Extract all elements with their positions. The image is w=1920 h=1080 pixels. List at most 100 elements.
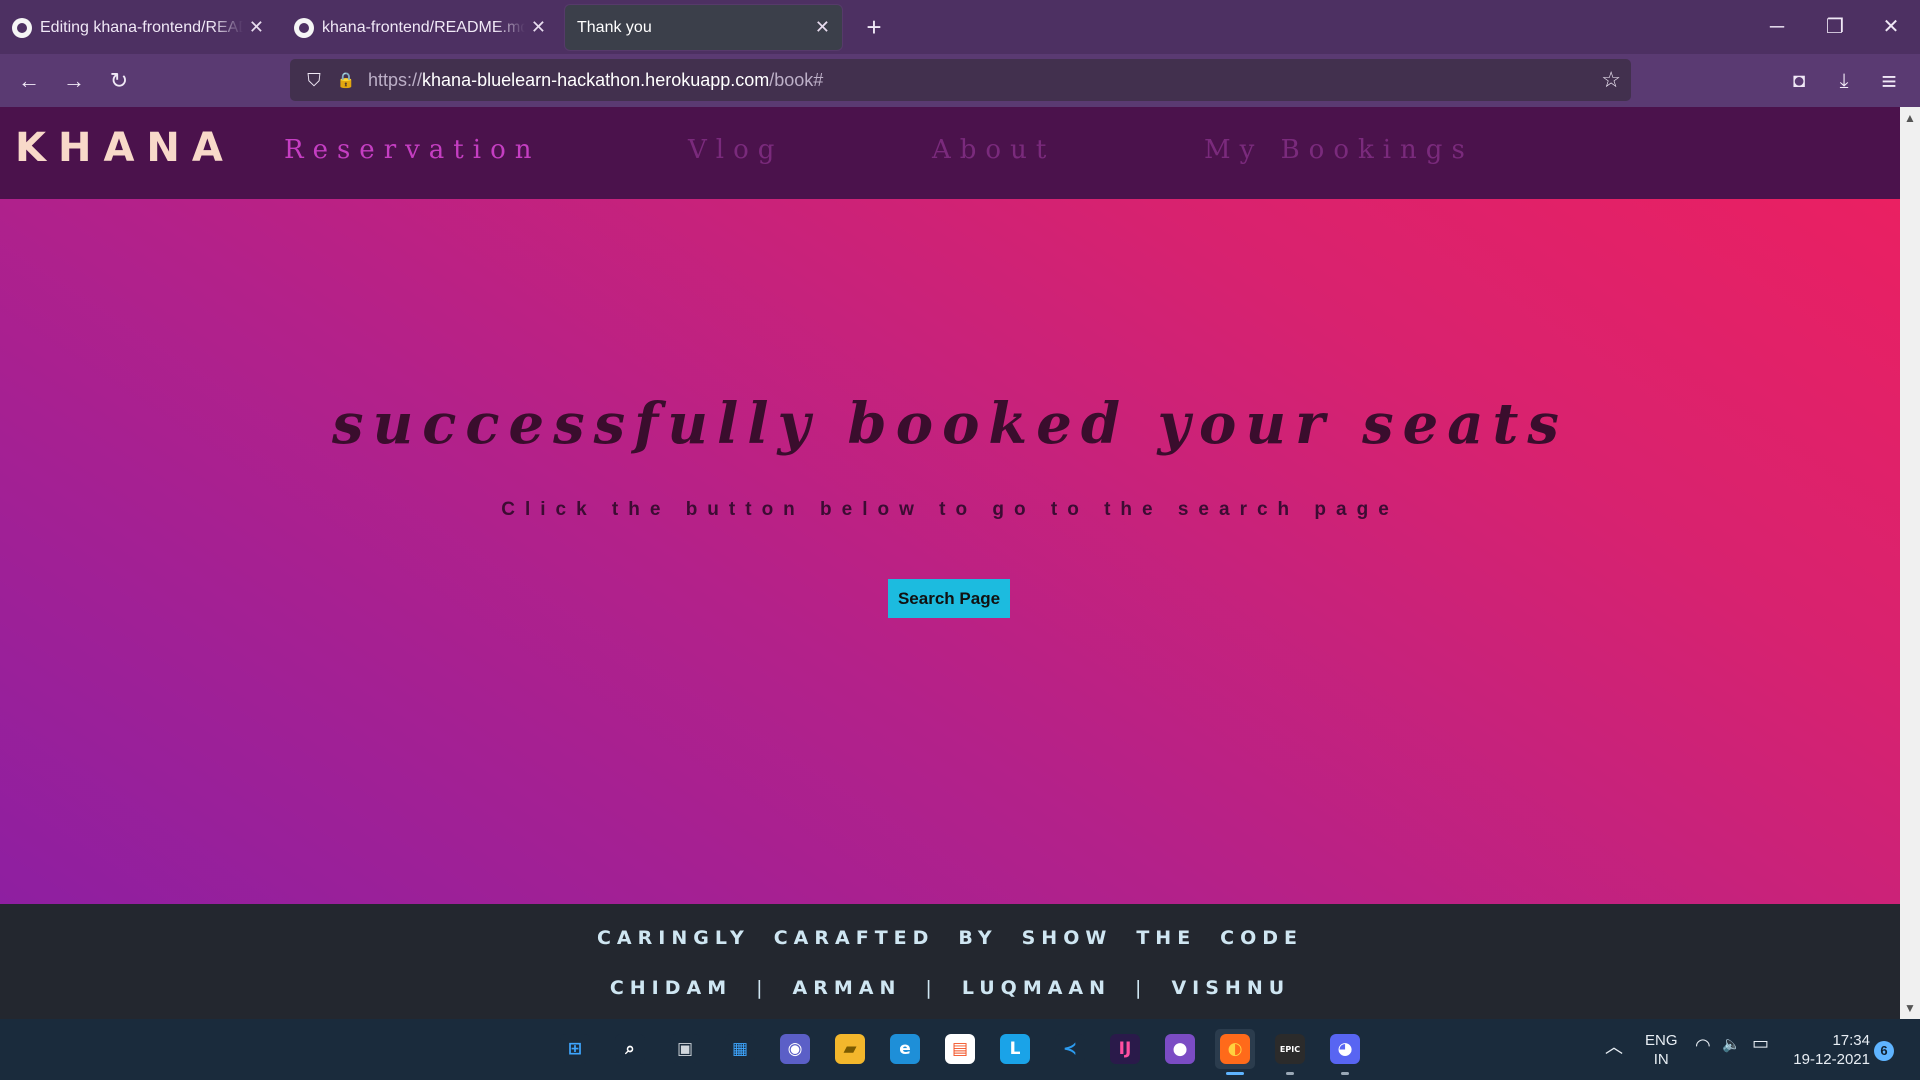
scroll-down-arrow-icon[interactable]: ▼ <box>1900 999 1920 1017</box>
firefox-icon: ◐ <box>1220 1034 1250 1064</box>
github-icon <box>12 17 32 38</box>
taskbar-app-teams-chat[interactable]: ◉ <box>775 1029 815 1069</box>
running-indicator <box>1341 1072 1349 1075</box>
team-member: CHIDAM <box>609 977 733 999</box>
url-path: /book# <box>769 69 824 90</box>
wifi-icon[interactable]: ◠ <box>1695 1035 1711 1056</box>
team-member: LUQMAAN <box>961 977 1112 999</box>
taskbar-app-widgets[interactable]: ▦ <box>720 1029 760 1069</box>
close-tab-icon[interactable]: ✕ <box>815 17 830 38</box>
shield-icon[interactable]: ⛉ <box>298 70 330 91</box>
taskbar-app-edge[interactable]: e <box>885 1029 925 1069</box>
store-icon: ▤ <box>945 1034 975 1064</box>
instruction-text: Click the button below to go to the sear… <box>501 499 1399 520</box>
system-clock[interactable]: 17:34 19-12-2021 <box>1790 1031 1870 1069</box>
navigation-toolbar: ← → ↻ ⛉ 🔒 https://khana-bluelearn-hackat… <box>0 54 1920 107</box>
footer-word: THE <box>1136 927 1197 949</box>
minimize-button[interactable]: ─ <box>1750 8 1804 46</box>
nav-link-my-bookings[interactable]: My Bookings <box>1204 135 1474 165</box>
nav-link-about[interactable]: About <box>932 135 1055 165</box>
taskbar-app-vscode[interactable]: ≺ <box>1050 1029 1090 1069</box>
page-scrollbar[interactable]: ▲ ▼ <box>1900 107 1920 1019</box>
launcher-l-icon: L <box>1000 1034 1030 1064</box>
footer-word: CODE <box>1220 927 1304 949</box>
region-code: IN <box>1653 1051 1669 1068</box>
nav-link-label: Vlog <box>688 135 784 165</box>
epic-games-icon: EPIC <box>1275 1034 1305 1064</box>
address-bar[interactable]: ⛉ 🔒 https://khana-bluelearn-hackathon.he… <box>290 59 1631 101</box>
search-icon: ⌕ <box>615 1034 645 1064</box>
footer-word: SHOW <box>1021 927 1113 949</box>
reload-button[interactable]: ↻ <box>100 62 138 100</box>
taskbar-app-launcher-l[interactable]: L <box>995 1029 1035 1069</box>
tab-editing-readme[interactable]: Editing khana-frontend/README.md ✕ <box>0 5 276 50</box>
close-tab-icon[interactable]: ✕ <box>249 17 264 38</box>
edge-icon: e <box>890 1034 920 1064</box>
close-tab-icon[interactable]: ✕ <box>531 17 546 38</box>
running-indicator <box>1226 1072 1244 1075</box>
tab-thank-you[interactable]: Thank you ✕ <box>565 5 842 50</box>
clock-date: 19-12-2021 <box>1793 1051 1870 1068</box>
vscode-icon: ≺ <box>1055 1034 1085 1064</box>
windows-start-icon: ⊞ <box>560 1034 590 1064</box>
downloads-icon[interactable]: ⤓ <box>1825 62 1863 100</box>
nav-link-reservation[interactable]: Reservation <box>284 135 540 165</box>
footer-word: BY <box>958 927 998 949</box>
footer-credit-line: CARINGLY CARAFTED BY SHOW THE CODE <box>0 927 1900 949</box>
taskbar-app-github-desktop[interactable]: ● <box>1160 1029 1200 1069</box>
volume-icon[interactable]: 🔈 <box>1722 1035 1741 1053</box>
task-view-icon: ▣ <box>670 1034 700 1064</box>
tray-overflow-chevron-icon[interactable]: ︿ <box>1605 1033 1623 1059</box>
forward-button[interactable]: → <box>55 62 93 100</box>
taskbar-app-store[interactable]: ▤ <box>940 1029 980 1069</box>
tab-title: khana-frontend/README.md at main <box>322 18 525 36</box>
success-headline: successfully booked your seats <box>332 391 1568 457</box>
taskbar-app-windows-start[interactable]: ⊞ <box>555 1029 595 1069</box>
nav-link-label: About <box>932 135 1056 165</box>
restore-button[interactable]: ❐ <box>1808 8 1862 46</box>
notification-badge[interactable]: 6 <box>1874 1041 1894 1061</box>
github-desktop-icon: ● <box>1165 1034 1195 1064</box>
taskbar-app-epic-games[interactable]: EPIC <box>1270 1029 1310 1075</box>
language-code: ENG <box>1645 1032 1678 1049</box>
lock-icon[interactable]: 🔒 <box>330 71 362 89</box>
windows-taskbar: ⊞ ⌕ ▣ ▦ ◉ ▰ e ▤ L ≺ IJ ● ◐ EPIC ◕ ︿ ENG IN ◠ 🔈 ▭ 17:34… <box>0 1019 1920 1080</box>
taskbar-app-file-explorer[interactable]: ▰ <box>830 1029 870 1069</box>
search-page-button[interactable]: Search Page <box>888 579 1010 618</box>
teams-chat-icon: ◉ <box>780 1034 810 1064</box>
separator: | <box>1135 977 1148 999</box>
widgets-icon: ▦ <box>725 1034 755 1064</box>
url-text[interactable]: https://khana-bluelearn-hackathon.heroku… <box>368 70 823 91</box>
footer-team-line: CHIDAM | ARMAN | LUQMAAN | VISHNU <box>0 977 1900 999</box>
taskbar-app-intellij[interactable]: IJ <box>1105 1029 1145 1069</box>
team-member: VISHNU <box>1171 977 1291 999</box>
taskbar-app-task-view[interactable]: ▣ <box>665 1029 705 1069</box>
file-explorer-icon: ▰ <box>835 1034 865 1064</box>
site-logo[interactable]: KHANA <box>15 125 235 171</box>
language-indicator[interactable]: ENG IN <box>1645 1031 1678 1069</box>
back-button[interactable]: ← <box>10 62 48 100</box>
taskbar-app-firefox[interactable]: ◐ <box>1215 1029 1255 1075</box>
bookmark-star-icon[interactable]: ☆ <box>1601 67 1621 93</box>
scroll-up-arrow-icon[interactable]: ▲ <box>1900 109 1920 127</box>
battery-icon[interactable]: ▭ <box>1752 1033 1769 1054</box>
github-icon <box>294 17 314 38</box>
tab-bar: Editing khana-frontend/README.md ✕ khana… <box>0 0 1920 54</box>
intellij-icon: IJ <box>1110 1034 1140 1064</box>
nav-link-label: My Bookings <box>1204 135 1474 165</box>
nav-link-vlog[interactable]: Vlog <box>688 135 783 165</box>
site-header: KHANA Reservation Vlog About My Bookings <box>0 107 1900 199</box>
pocket-icon[interactable]: ◘ <box>1780 62 1818 100</box>
tab-readme-main[interactable]: khana-frontend/README.md at main ✕ <box>282 5 558 50</box>
new-tab-button[interactable]: + <box>857 10 891 44</box>
close-window-button[interactable]: ✕ <box>1864 8 1918 46</box>
footer-word: CARAFTED <box>773 927 935 949</box>
separator: | <box>756 977 769 999</box>
taskbar-app-search[interactable]: ⌕ <box>610 1029 650 1069</box>
menu-icon[interactable]: ≡ <box>1870 62 1908 100</box>
separator: | <box>925 977 938 999</box>
taskbar-app-discord[interactable]: ◕ <box>1325 1029 1365 1075</box>
url-scheme: https:// <box>368 69 423 90</box>
page-viewport: KHANA Reservation Vlog About My Bookings… <box>0 107 1900 1019</box>
site-footer: CARINGLY CARAFTED BY SHOW THE CODE CHIDAM | ARM… <box>0 904 1900 1019</box>
